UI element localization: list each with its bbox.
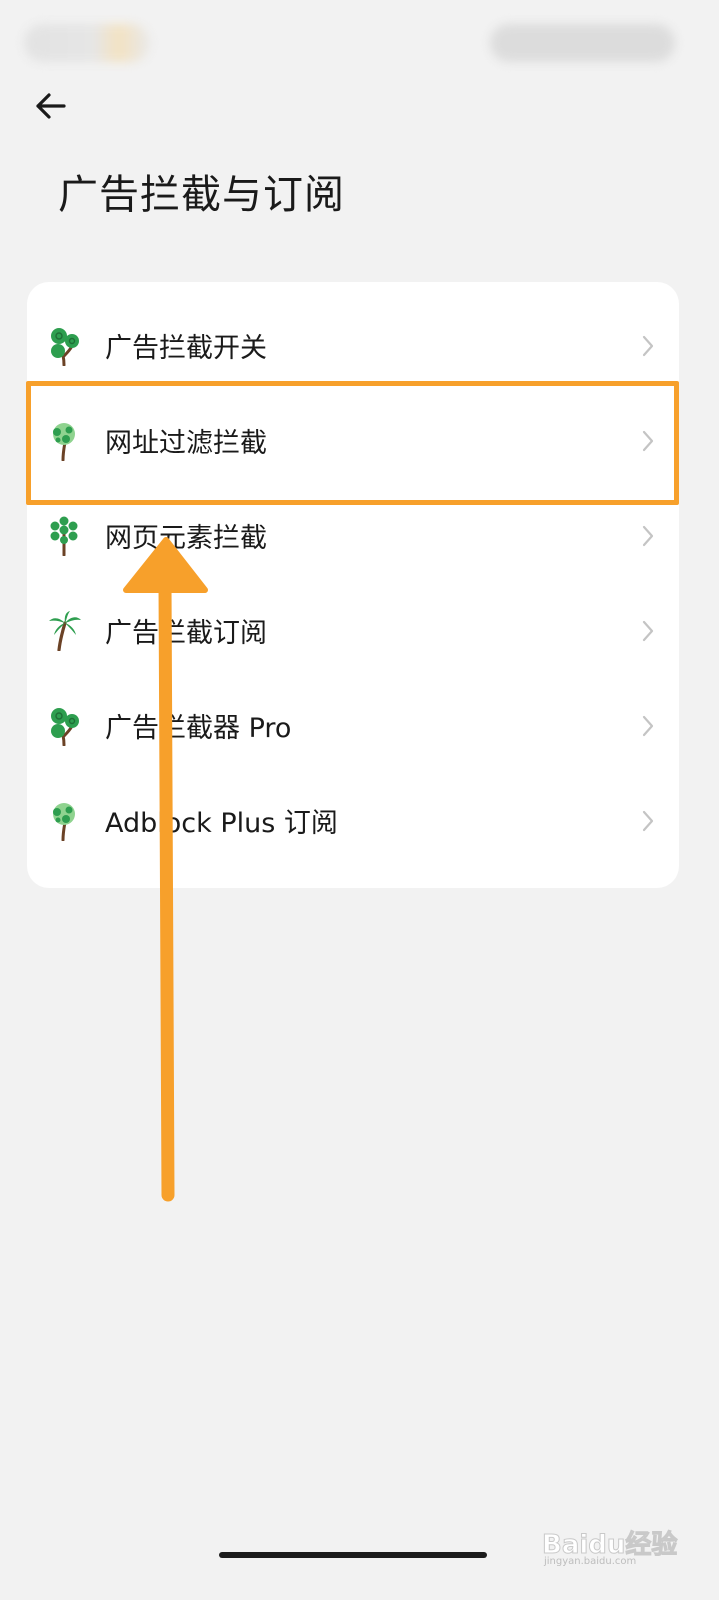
chevron-right-icon [642, 335, 654, 357]
chevron-right-icon [642, 715, 654, 737]
tree-dotted-icon [50, 516, 78, 556]
chevron-right-icon [642, 810, 654, 832]
palm-tree-icon [49, 611, 81, 651]
home-indicator[interactable] [219, 1552, 487, 1558]
status-bar-right-blurred [490, 24, 675, 62]
tree-round-icon [51, 328, 79, 366]
tree-leafy-icon [53, 423, 75, 461]
menu-item-adblock-switch[interactable]: 广告拦截开关 [27, 298, 679, 393]
chevron-right-icon [642, 525, 654, 547]
back-button[interactable] [26, 82, 74, 130]
menu-item-element-block[interactable]: 网页元素拦截 [27, 488, 679, 583]
menu-item-url-filter[interactable]: 网址过滤拦截 [27, 393, 679, 488]
settings-card: 广告拦截开关 网址过滤拦截 网页元素拦截 广告拦截订阅 广告拦截器 Pro Ad… [27, 282, 679, 888]
menu-item-label: Adblock Plus 订阅 [105, 808, 338, 839]
menu-item-label: 广告拦截订阅 [105, 618, 267, 649]
menu-item-label: 网页元素拦截 [105, 523, 267, 554]
tree-round-icon [51, 708, 79, 746]
chevron-right-icon [642, 430, 654, 452]
menu-item-adblock-subscription[interactable]: 广告拦截订阅 [27, 583, 679, 678]
menu-item-label: 广告拦截开关 [105, 333, 267, 364]
baidu-watermark: Baidu经验 jingyan.baidu.com [540, 1518, 680, 1568]
status-bar [0, 0, 719, 70]
tree-leafy-icon [53, 803, 75, 841]
status-bar-left-blurred [24, 24, 150, 62]
menu-item-adblock-plus-subscription[interactable]: Adblock Plus 订阅 [27, 773, 679, 868]
watermark-subtext: jingyan.baidu.com [544, 1556, 637, 1567]
menu-item-adblocker-pro[interactable]: 广告拦截器 Pro [27, 678, 679, 773]
chevron-right-icon [642, 620, 654, 642]
arrow-left-icon [36, 93, 66, 119]
page-title: 广告拦截与订阅 [58, 172, 345, 218]
menu-item-label: 网址过滤拦截 [105, 428, 267, 459]
menu-item-label: 广告拦截器 Pro [105, 713, 292, 744]
